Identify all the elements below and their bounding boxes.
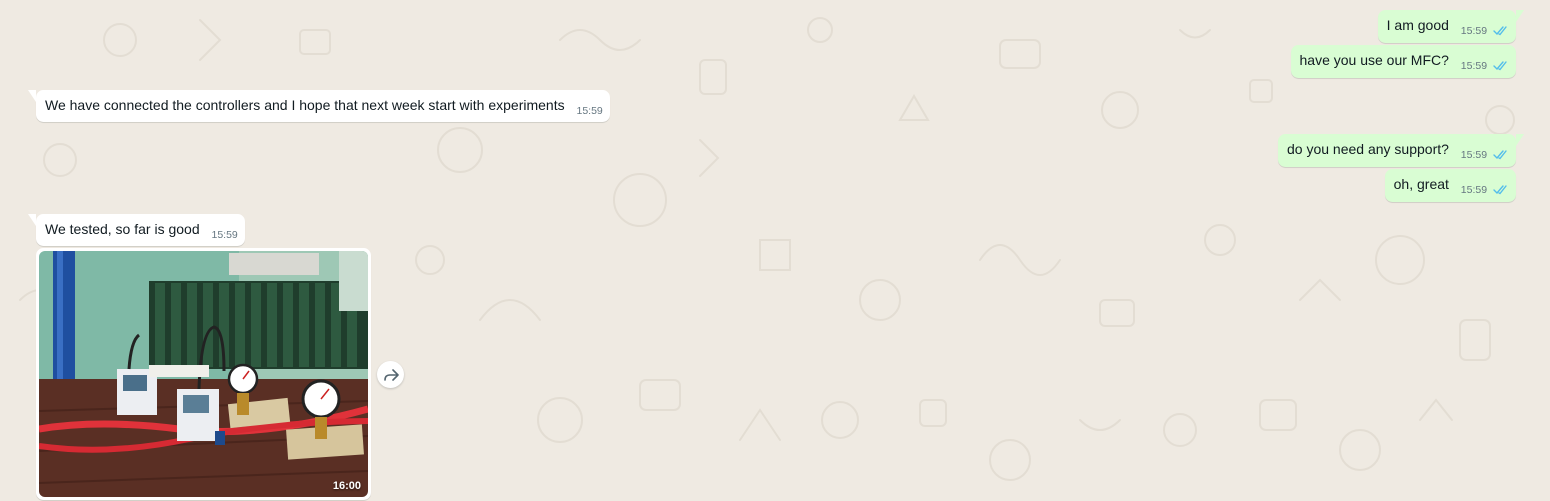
message-time: 15:59	[211, 229, 238, 241]
outgoing-message[interactable]: I am good 15:59	[1377, 10, 1524, 43]
bubble-tail	[28, 214, 36, 226]
message-text: We tested, so far is good	[45, 221, 200, 237]
read-ticks-icon	[1493, 150, 1507, 160]
message-time: 15:59	[1460, 25, 1488, 37]
outgoing-message[interactable]: oh, great 15:59	[1384, 169, 1516, 202]
message-meta: 15:59	[1461, 146, 1509, 165]
photo-time: 16:00	[332, 480, 361, 492]
message-meta: 15:59	[1461, 181, 1509, 200]
message-time: 15:59	[576, 105, 603, 117]
incoming-message[interactable]: We tested, so far is good 15:59	[28, 214, 245, 246]
message-meta: 15:59	[1461, 57, 1509, 76]
message-text: do you need any support?	[1287, 141, 1449, 157]
message-list: I am good 15:59 have you use our MFC? 15…	[0, 0, 1550, 501]
message-text: have you use our MFC?	[1299, 52, 1449, 68]
bubble-tail	[1516, 134, 1524, 146]
photo-message[interactable]: 16:00	[36, 248, 371, 500]
outgoing-message[interactable]: have you use our MFC? 15:59	[1290, 45, 1516, 78]
message-text: oh, great	[1393, 176, 1449, 192]
forward-icon	[383, 368, 399, 381]
photo-thumbnail[interactable]: 16:00	[39, 251, 368, 497]
bubble-tail	[28, 90, 36, 102]
outgoing-message[interactable]: do you need any support? 15:59	[1278, 134, 1524, 167]
message-time: 15:59	[1460, 149, 1488, 161]
read-ticks-icon	[1493, 61, 1507, 71]
lab-setup-photo	[39, 251, 368, 497]
message-meta: 15:59	[1461, 22, 1509, 41]
message-time: 15:59	[1460, 184, 1488, 196]
message-time: 15:59	[1460, 60, 1488, 72]
message-text: I am good	[1386, 17, 1449, 33]
read-ticks-icon	[1493, 26, 1507, 36]
incoming-message[interactable]: We have connected the controllers and I …	[28, 90, 610, 122]
bubble-tail	[1516, 10, 1524, 22]
forward-button[interactable]	[377, 361, 404, 388]
message-text: We have connected the controllers and I …	[45, 97, 565, 113]
read-ticks-icon	[1493, 185, 1507, 195]
